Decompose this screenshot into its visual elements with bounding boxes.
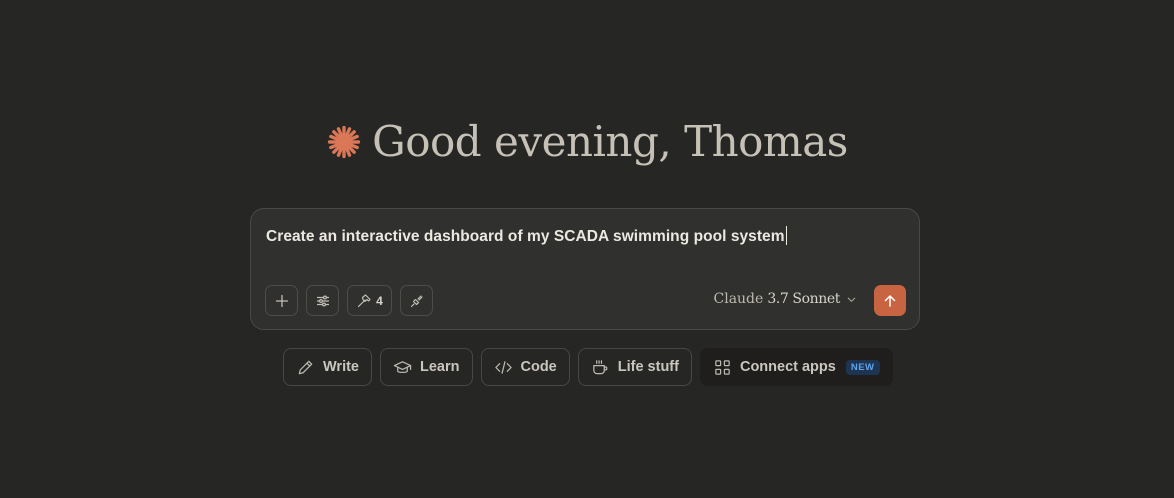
code-icon — [494, 360, 512, 374]
connect-apps-chip-label: Connect apps — [739, 359, 836, 375]
greeting-text: Good evening, Thomas — [372, 117, 848, 166]
add-attachment-button[interactable] — [265, 285, 298, 316]
code-chip[interactable]: Code — [480, 348, 570, 386]
prompt-composer[interactable]: Create an interactive dashboard of my SC… — [250, 208, 920, 330]
tools-count: 4 — [376, 293, 383, 308]
learn-chip[interactable]: Learn — [380, 348, 473, 386]
claude-spark-icon — [326, 124, 362, 160]
model-brand: Claude — [713, 291, 764, 307]
model-version: 3.7 Sonnet — [767, 291, 840, 307]
suggestion-chips: Write Learn Code Life stuff Connect apps… — [283, 348, 893, 386]
write-chip-label: Write — [323, 359, 359, 375]
text-caret — [785, 226, 787, 245]
coffee-cup-icon — [592, 359, 608, 374]
code-chip-label: Code — [520, 359, 557, 375]
plus-icon — [275, 294, 288, 307]
life-stuff-chip-label: Life stuff — [617, 359, 679, 375]
connect-apps-chip[interactable]: Connect apps NEW — [699, 348, 893, 386]
arrow-up-icon — [884, 294, 896, 307]
greeting: Good evening, Thomas — [0, 112, 1174, 172]
sliders-icon — [316, 294, 329, 307]
hammer-icon — [358, 293, 371, 307]
options-button[interactable] — [306, 285, 339, 316]
learn-chip-label: Learn — [420, 359, 460, 375]
write-chip[interactable]: Write — [283, 348, 372, 386]
model-selector[interactable]: Claude 3.7 Sonnet — [714, 291, 858, 307]
prompt-input[interactable]: Create an interactive dashboard of my SC… — [266, 226, 787, 246]
grid-icon — [715, 359, 730, 375]
plug-icon — [410, 294, 423, 307]
life-stuff-chip[interactable]: Life stuff — [577, 348, 692, 386]
chevron-down-icon — [847, 297, 856, 302]
prompt-input-value: Create an interactive dashboard of my SC… — [266, 228, 785, 245]
integrations-button[interactable] — [400, 285, 433, 316]
tools-button[interactable]: 4 — [347, 285, 392, 316]
app-window: Good evening, Thomas Create an interacti… — [0, 0, 1174, 498]
new-badge: NEW — [845, 359, 880, 375]
graduation-cap-icon — [393, 360, 412, 373]
pencil-icon — [298, 360, 313, 374]
send-button[interactable] — [874, 285, 906, 316]
